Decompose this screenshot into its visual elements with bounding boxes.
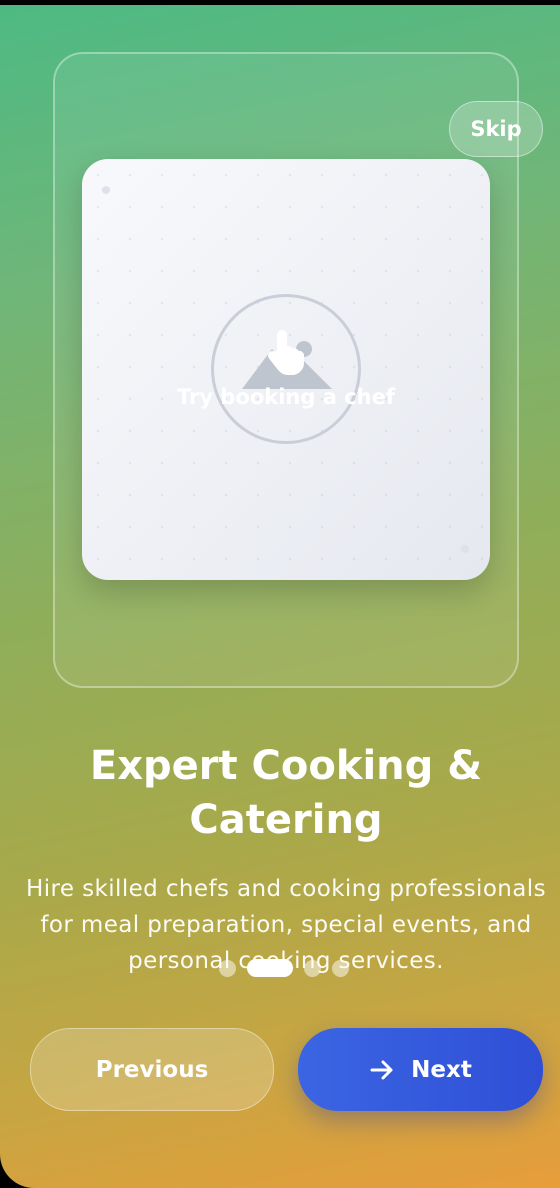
illustration-image: Try booking a chef: [82, 159, 490, 580]
corner-dot: [461, 545, 469, 553]
image-hint-text: Try booking a chef: [177, 385, 395, 409]
next-button[interactable]: Next: [298, 1028, 543, 1111]
page-dot-1[interactable]: [219, 959, 236, 977]
arrow-right-icon: [370, 1060, 393, 1079]
corner-dot: [102, 186, 110, 194]
page-title: Expert Cooking & Catering: [89, 743, 483, 843]
skip-button[interactable]: Skip: [449, 101, 543, 157]
page-dot-3[interactable]: [304, 959, 321, 977]
hand-tap-icon: [267, 330, 304, 375]
previous-button[interactable]: Previous: [30, 1028, 274, 1111]
next-button-label: Next: [411, 1056, 472, 1083]
page-dot-2-active[interactable]: [247, 959, 293, 977]
page-indicator: [219, 957, 349, 979]
previous-button-label: Previous: [95, 1056, 209, 1083]
onboarding-screen: Try booking a chef Skip Expert Cooking &…: [0, 5, 560, 1188]
page-dot-4[interactable]: [332, 959, 349, 977]
